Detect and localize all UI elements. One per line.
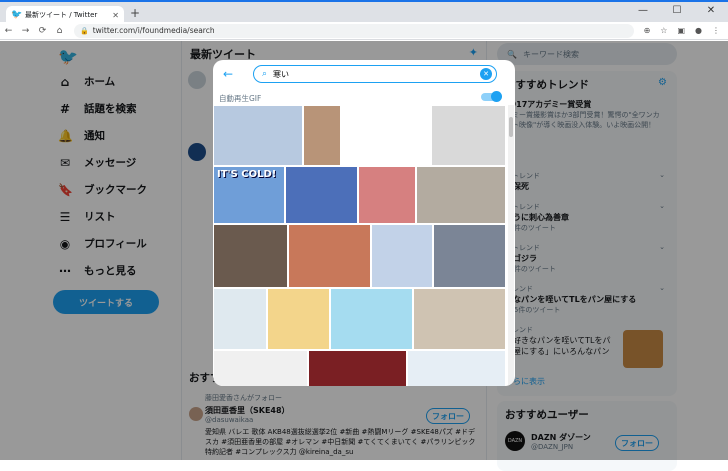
autoplay-label: 自動再生GIF: [219, 94, 262, 103]
cats-in-blanket-gif[interactable]: [359, 167, 415, 223]
home-browser-icon[interactable]: ⌂: [51, 26, 68, 36]
gif-search-modal: ← ⌕ ✕ 自動再生GIF IT'S COLD!: [213, 60, 515, 386]
frozen-man-gif[interactable]: [434, 225, 505, 287]
birds-on-wire-gif[interactable]: [214, 106, 302, 165]
twitter-favicon-icon: 🐦: [11, 9, 23, 20]
menu-icon[interactable]: ⋮: [712, 26, 720, 35]
blue-hooded-character-gif[interactable]: [372, 225, 432, 287]
maximize-button[interactable]: ☐: [660, 2, 694, 22]
man-shivering-gif[interactable]: [304, 106, 340, 165]
toolbar-icons: ⊕ ☆ ▣ ● ⋮: [644, 26, 728, 35]
cat-wrapped-gif[interactable]: [417, 167, 505, 223]
seal-on-floor-gif[interactable]: [414, 289, 505, 349]
sailor-moon-gif[interactable]: [286, 167, 357, 223]
blanket-girl-gif[interactable]: [268, 289, 329, 349]
back-arrow-icon[interactable]: ←: [223, 67, 241, 81]
new-tab-button[interactable]: +: [130, 6, 140, 20]
icicle-legs-gif[interactable]: [214, 289, 266, 349]
browser-tab-strip: 🐦 最新ツイート / Twitter ✕ + — ☐ ✕: [0, 0, 728, 24]
gif-search-input[interactable]: [273, 69, 480, 79]
gif-search-field[interactable]: ⌕ ✕: [253, 65, 497, 83]
forward-icon[interactable]: →: [17, 26, 34, 36]
autoplay-toggle[interactable]: [481, 91, 502, 102]
back-icon[interactable]: ←: [0, 26, 17, 36]
gif-search-header: ← ⌕ ✕: [213, 60, 515, 88]
kotatsu-cat-gif[interactable]: [289, 225, 370, 287]
orange-character-gif[interactable]: [331, 289, 412, 349]
minimize-button[interactable]: —: [626, 2, 660, 22]
add-icon[interactable]: ⊕: [644, 26, 651, 35]
scrollbar-thumb[interactable]: [509, 117, 513, 137]
clear-search-icon[interactable]: ✕: [480, 68, 492, 80]
cartoon-pumpkin-gif[interactable]: [342, 106, 430, 165]
dog-in-beanie-gif[interactable]: [309, 351, 406, 386]
close-tab-icon[interactable]: ✕: [112, 11, 119, 20]
seal-in-snow-gif[interactable]: [408, 351, 505, 386]
tab-title: 最新ツイート / Twitter: [25, 11, 98, 19]
lock-icon: 🔒: [80, 26, 89, 35]
ice-statue-gif[interactable]: [432, 106, 505, 165]
gif-caption: IT'S COLD!: [217, 169, 277, 180]
address-bar-row: ← → ⟳ ⌂ 🔒 twitter.com/i/foundmedia/searc…: [0, 22, 728, 40]
url-text: twitter.com/i/foundmedia/search: [92, 26, 215, 35]
gif-grid: IT'S COLD!: [213, 105, 507, 386]
scrollbar[interactable]: [508, 105, 514, 386]
its-cold-gif[interactable]: IT'S COLD!: [214, 167, 284, 223]
star-icon[interactable]: ☆: [660, 26, 667, 35]
search-icon: ⌕: [262, 69, 268, 79]
sketch-comic-gif[interactable]: [214, 351, 307, 386]
toggle-knob: [491, 91, 502, 102]
extension-icon[interactable]: ▣: [677, 26, 685, 35]
reload-icon[interactable]: ⟳: [34, 26, 51, 36]
url-field[interactable]: 🔒 twitter.com/i/foundmedia/search: [74, 23, 634, 38]
close-window-button[interactable]: ✕: [694, 2, 728, 22]
window-controls: — ☐ ✕: [626, 2, 728, 22]
movie-scene-gif[interactable]: [214, 225, 287, 287]
profile-icon[interactable]: ●: [695, 26, 702, 35]
